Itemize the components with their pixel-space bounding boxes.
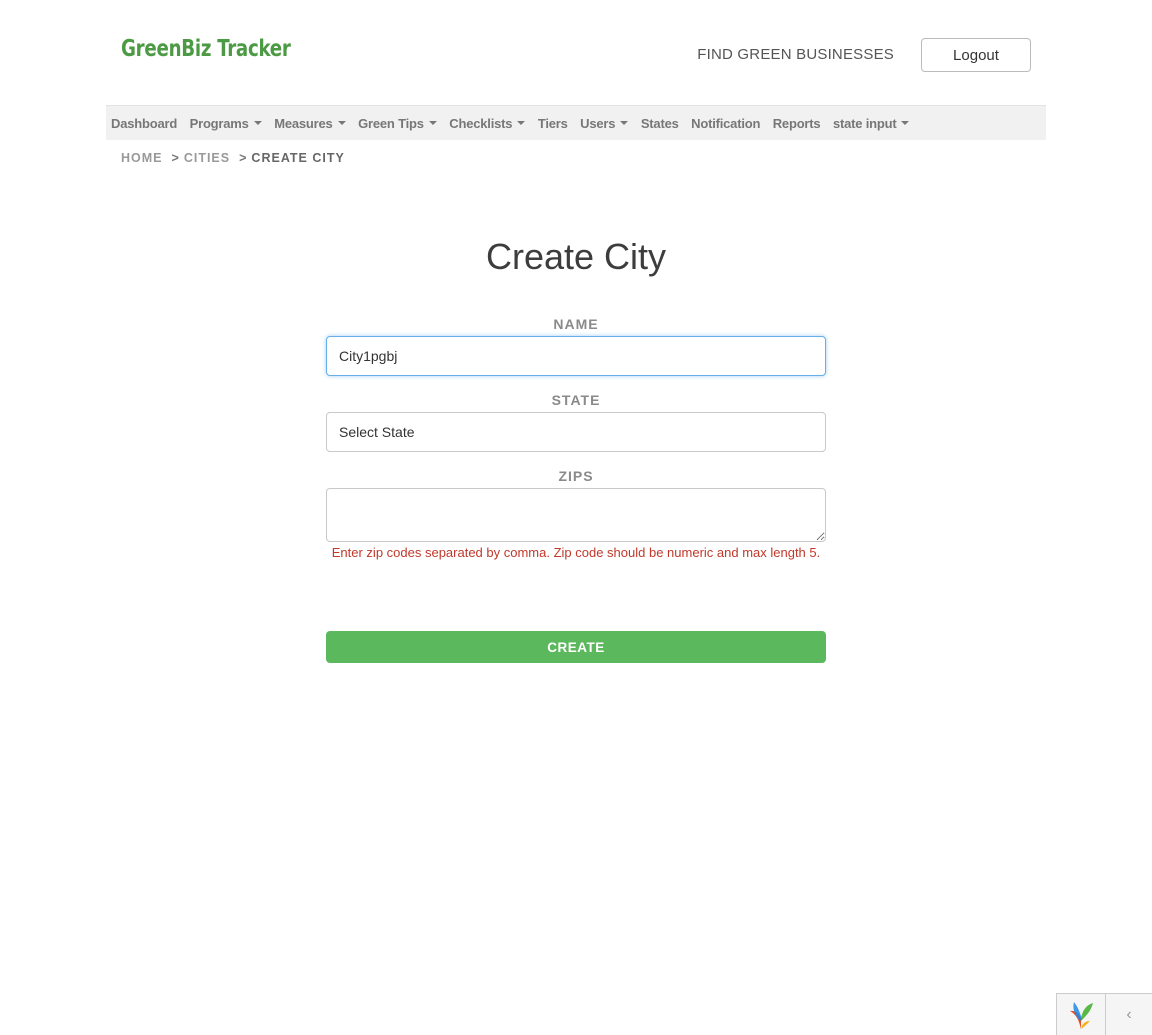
page-title: Create City bbox=[485, 236, 667, 277]
nav-item-label: Checklists bbox=[449, 115, 513, 131]
site-logo[interactable]: GreenBiz Tracker bbox=[121, 36, 291, 62]
nav-item-states[interactable]: States bbox=[641, 116, 679, 131]
caret-down-icon bbox=[517, 121, 526, 125]
create-button[interactable]: CREATE bbox=[326, 631, 826, 663]
caret-down-icon bbox=[901, 121, 910, 125]
nav-item-tiers[interactable]: Tiers bbox=[538, 116, 568, 131]
nav-item-programs[interactable]: Programs bbox=[190, 116, 262, 131]
nav-item-green-tips[interactable]: Green Tips bbox=[358, 116, 437, 131]
zips-textarea[interactable] bbox=[326, 488, 826, 542]
breadcrumb-current: CREATE CITY bbox=[251, 151, 345, 165]
main-nav: Dashboard Programs Measures Green Tips C… bbox=[106, 105, 1046, 140]
caret-down-icon bbox=[428, 121, 437, 125]
breadcrumb-cities-link[interactable]: CITIES bbox=[184, 151, 230, 165]
debug-toolbar: ‹ bbox=[1056, 993, 1152, 1035]
site-header: GreenBiz Tracker FIND GREEN BUSINESSES L… bbox=[106, 0, 1046, 105]
nav-item-label: Measures bbox=[274, 115, 333, 131]
nav-item-label: Reports bbox=[772, 115, 821, 131]
nav-item-label: Users bbox=[580, 115, 616, 131]
nav-item-label: state input bbox=[832, 115, 897, 131]
yii-logo-icon[interactable] bbox=[1057, 994, 1106, 1035]
state-select[interactable]: Select State bbox=[326, 412, 826, 452]
breadcrumb: HOME > CITIES > CREATE CITY bbox=[121, 151, 345, 165]
breadcrumb-separator: > bbox=[171, 151, 180, 165]
breadcrumb-separator: > bbox=[239, 151, 248, 165]
logout-button[interactable]: Logout bbox=[921, 38, 1031, 72]
nav-item-reports[interactable]: Reports bbox=[773, 116, 821, 131]
nav-item-state-input[interactable]: state input bbox=[833, 116, 910, 131]
nav-item-label: Dashboard bbox=[111, 115, 178, 131]
nav-item-notification[interactable]: Notification bbox=[691, 116, 760, 131]
caret-down-icon bbox=[620, 121, 629, 125]
name-input[interactable] bbox=[326, 336, 826, 376]
zips-label: ZIPS bbox=[558, 468, 594, 484]
find-green-businesses-link[interactable]: FIND GREEN BUSINESSES bbox=[697, 46, 894, 63]
caret-down-icon bbox=[337, 121, 346, 125]
nav-item-dashboard[interactable]: Dashboard bbox=[111, 116, 177, 131]
nav-item-users[interactable]: Users bbox=[580, 115, 629, 131]
nav-item-label: Programs bbox=[189, 115, 249, 131]
nav-item-measures[interactable]: Measures bbox=[274, 115, 346, 131]
nav-item-checklists[interactable]: Checklists bbox=[449, 115, 526, 131]
nav-item-label: Tiers bbox=[537, 115, 568, 131]
caret-down-icon bbox=[253, 121, 262, 125]
state-label: STATE bbox=[551, 392, 601, 408]
name-label: NAME bbox=[553, 316, 599, 332]
breadcrumb-home-link[interactable]: HOME bbox=[121, 151, 163, 165]
state-select-value: Select State bbox=[339, 424, 415, 440]
zips-help-text: Enter zip codes separated by comma. Zip … bbox=[331, 545, 821, 560]
nav-item-label: States bbox=[640, 115, 679, 131]
chevron-left-icon[interactable]: ‹ bbox=[1106, 994, 1152, 1035]
nav-item-label: Green Tips bbox=[358, 115, 424, 131]
nav-item-label: Notification bbox=[691, 115, 761, 131]
